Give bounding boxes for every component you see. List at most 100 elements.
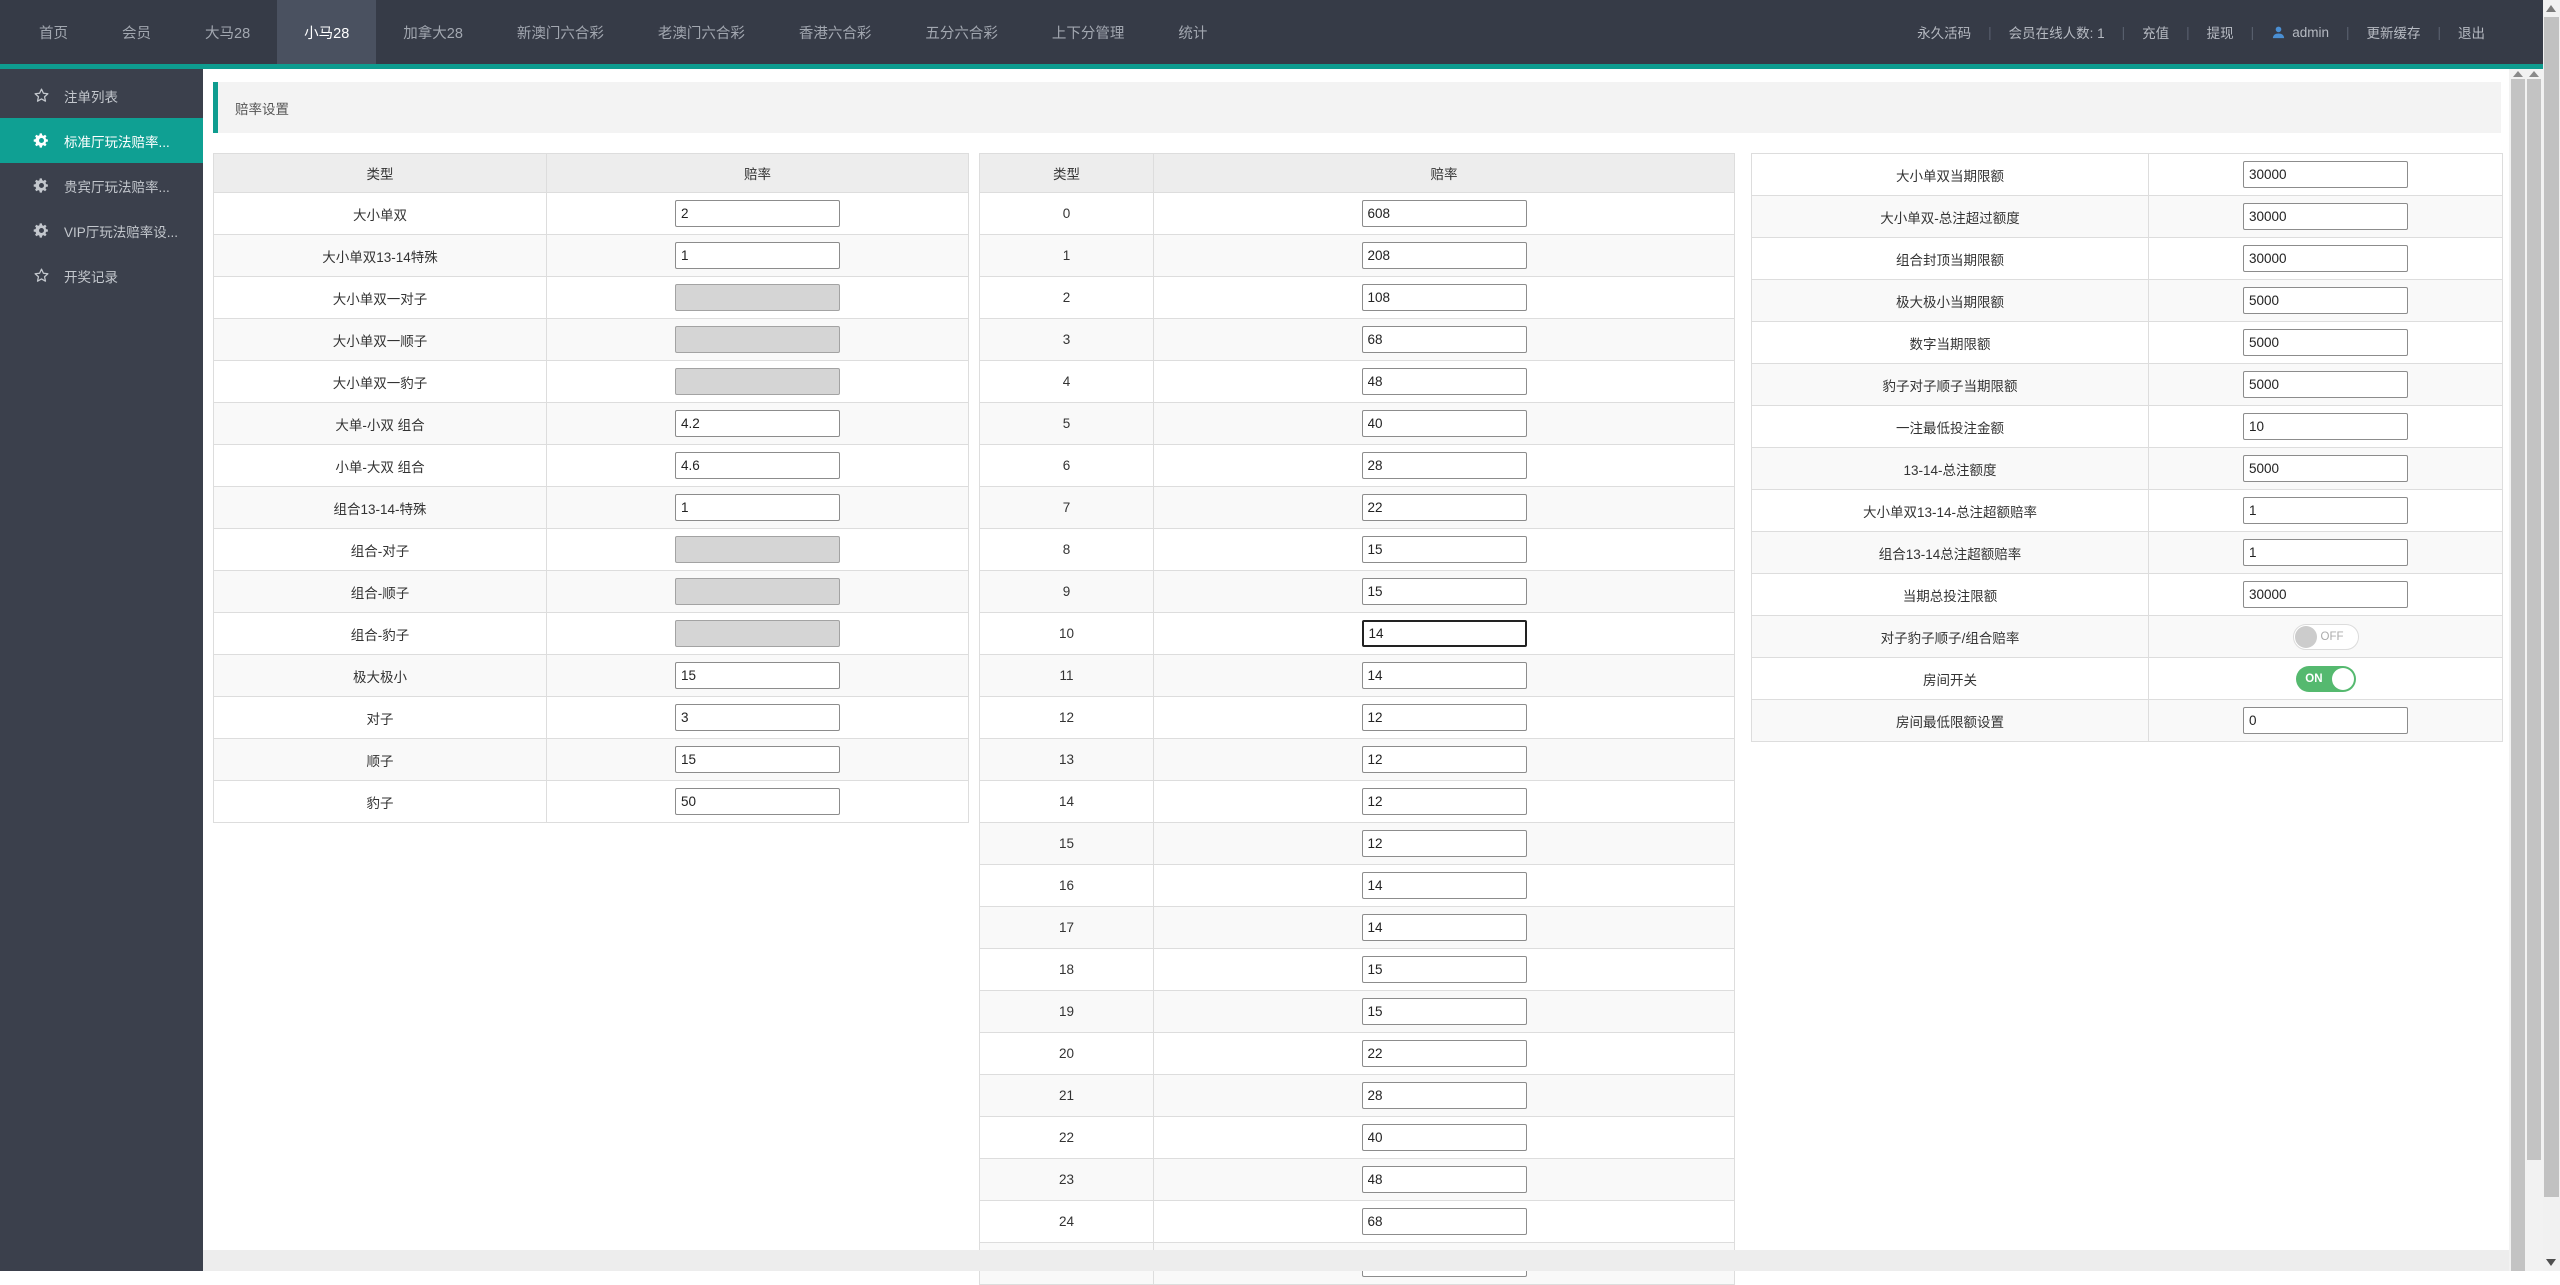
- scroll-up-icon[interactable]: [2546, 5, 2556, 12]
- top-nav-right: 永久活码|会员在线人数: 1|充值|提现|admin|更新缓存|退出: [1917, 0, 2543, 64]
- limit-input[interactable]: [2243, 371, 2408, 398]
- nav-item-2[interactable]: 会员: [95, 0, 178, 64]
- sidebar-item-2[interactable]: 标准厅玩法赔率...: [0, 118, 203, 163]
- odds-input[interactable]: [1362, 284, 1527, 311]
- limit-input[interactable]: [2243, 245, 2408, 272]
- odds-cell: [1154, 1201, 1735, 1243]
- odds-cell: [547, 403, 969, 445]
- limit-input[interactable]: [2243, 329, 2408, 356]
- odds-input[interactable]: [1362, 704, 1527, 731]
- odds-input[interactable]: [1362, 1040, 1527, 1067]
- odds-cell: [547, 571, 969, 613]
- nav-right-item-3[interactable]: 充值: [2142, 22, 2169, 42]
- odds-input[interactable]: [675, 662, 840, 689]
- odds-input[interactable]: [1362, 830, 1527, 857]
- nav-item-7[interactable]: 老澳门六合彩: [631, 0, 772, 64]
- nav-item-11[interactable]: 统计: [1151, 0, 1234, 64]
- odds-input[interactable]: [675, 452, 840, 479]
- table-row: 豹子: [214, 781, 969, 823]
- sidebar-item-1[interactable]: 注单列表: [0, 73, 203, 118]
- divider: |: [2437, 25, 2441, 40]
- odds-cell: [1154, 361, 1735, 403]
- odds-input[interactable]: [1362, 368, 1527, 395]
- odds-input[interactable]: [1362, 620, 1527, 647]
- toggle-switch-on[interactable]: ON: [2296, 666, 2356, 692]
- odds-cell: [1154, 445, 1735, 487]
- sidebar-item-3[interactable]: 贵宾厅玩法赔率...: [0, 163, 203, 208]
- odds-input[interactable]: [1362, 452, 1527, 479]
- type-label: 1: [980, 235, 1154, 277]
- odds-input[interactable]: [675, 704, 840, 731]
- nav-item-9[interactable]: 五分六合彩: [898, 0, 1025, 64]
- limit-input[interactable]: [2243, 707, 2408, 734]
- horizontal-scrollbar[interactable]: [203, 1250, 2509, 1271]
- table-row: 小单-大双 组合: [214, 445, 969, 487]
- odds-input[interactable]: [1362, 998, 1527, 1025]
- scroll-up-icon[interactable]: [2513, 71, 2523, 77]
- odds-input[interactable]: [1362, 914, 1527, 941]
- odds-input[interactable]: [675, 200, 840, 227]
- odds-input[interactable]: [1362, 872, 1527, 899]
- limit-input[interactable]: [2243, 581, 2408, 608]
- odds-input[interactable]: [1362, 1208, 1527, 1235]
- limit-input[interactable]: [2243, 161, 2408, 188]
- sidebar-item-5[interactable]: 开奖记录: [0, 253, 203, 298]
- user-icon: [2271, 25, 2286, 40]
- limits-settings-table: 大小单双当期限额大小单双-总注超过额度组合封顶当期限额极大极小当期限额数字当期限…: [1751, 153, 2503, 742]
- odds-input[interactable]: [1362, 326, 1527, 353]
- nav-right-item-7[interactable]: 退出: [2458, 22, 2485, 42]
- user-menu[interactable]: admin: [2271, 25, 2329, 40]
- odds-input[interactable]: [1362, 494, 1527, 521]
- odds-input[interactable]: [1362, 1166, 1527, 1193]
- odds-input[interactable]: [1362, 536, 1527, 563]
- nav-right-item-4[interactable]: 提现: [2207, 22, 2234, 42]
- odds-input[interactable]: [675, 788, 840, 815]
- nav-item-8[interactable]: 香港六合彩: [772, 0, 899, 64]
- type-label: 15: [980, 823, 1154, 865]
- nav-right-item-2[interactable]: 会员在线人数: 1: [2009, 22, 2105, 42]
- odds-input[interactable]: [1362, 746, 1527, 773]
- limit-input[interactable]: [2243, 287, 2408, 314]
- table-row: 组合-豹子: [214, 613, 969, 655]
- scroll-up-icon[interactable]: [2529, 71, 2539, 77]
- odds-input[interactable]: [1362, 200, 1527, 227]
- toggle-switch-off[interactable]: OFF: [2293, 624, 2359, 650]
- odds-input[interactable]: [1362, 1082, 1527, 1109]
- table-row: 对子豹子顺子/组合赔率OFF: [1752, 616, 2503, 658]
- browser-scrollbar-thumb[interactable]: [2544, 17, 2559, 1197]
- odds-input[interactable]: [1362, 956, 1527, 983]
- setting-value-cell: [2149, 574, 2503, 616]
- odds-cell: [1154, 781, 1735, 823]
- odds-input[interactable]: [1362, 242, 1527, 269]
- nav-item-6[interactable]: 新澳门六合彩: [490, 0, 631, 64]
- odds-input[interactable]: [675, 494, 840, 521]
- inner-scrollbar-thumb[interactable]: [2511, 79, 2525, 1271]
- nav-right-item-6[interactable]: 更新缓存: [2366, 22, 2420, 42]
- odds-input[interactable]: [675, 746, 840, 773]
- nav-item-1[interactable]: 首页: [12, 0, 95, 64]
- odds-input[interactable]: [1362, 410, 1527, 437]
- limit-input[interactable]: [2243, 539, 2408, 566]
- nav-item-4[interactable]: 小马28: [277, 0, 376, 64]
- limit-input[interactable]: [2243, 497, 2408, 524]
- odds-input: [675, 620, 840, 647]
- type-label: 组合-顺子: [214, 571, 547, 613]
- nav-item-3[interactable]: 大马28: [178, 0, 277, 64]
- inner-scrollbar-thumb[interactable]: [2527, 79, 2541, 1160]
- odds-input[interactable]: [1362, 788, 1527, 815]
- scroll-down-icon[interactable]: [2546, 1259, 2556, 1266]
- odds-input: [675, 284, 840, 311]
- odds-input[interactable]: [675, 410, 840, 437]
- odds-input[interactable]: [1362, 1124, 1527, 1151]
- sidebar-item-4[interactable]: VIP厅玩法赔率设...: [0, 208, 203, 253]
- odds-input[interactable]: [1362, 578, 1527, 605]
- nav-right-item-1[interactable]: 永久活码: [1917, 22, 1971, 42]
- browser-scrollbar[interactable]: [2543, 0, 2560, 1271]
- odds-input[interactable]: [1362, 662, 1527, 689]
- limit-input[interactable]: [2243, 413, 2408, 440]
- limit-input[interactable]: [2243, 203, 2408, 230]
- nav-item-5[interactable]: 加拿大28: [376, 0, 490, 64]
- odds-input[interactable]: [675, 242, 840, 269]
- limit-input[interactable]: [2243, 455, 2408, 482]
- nav-item-10[interactable]: 上下分管理: [1025, 0, 1152, 64]
